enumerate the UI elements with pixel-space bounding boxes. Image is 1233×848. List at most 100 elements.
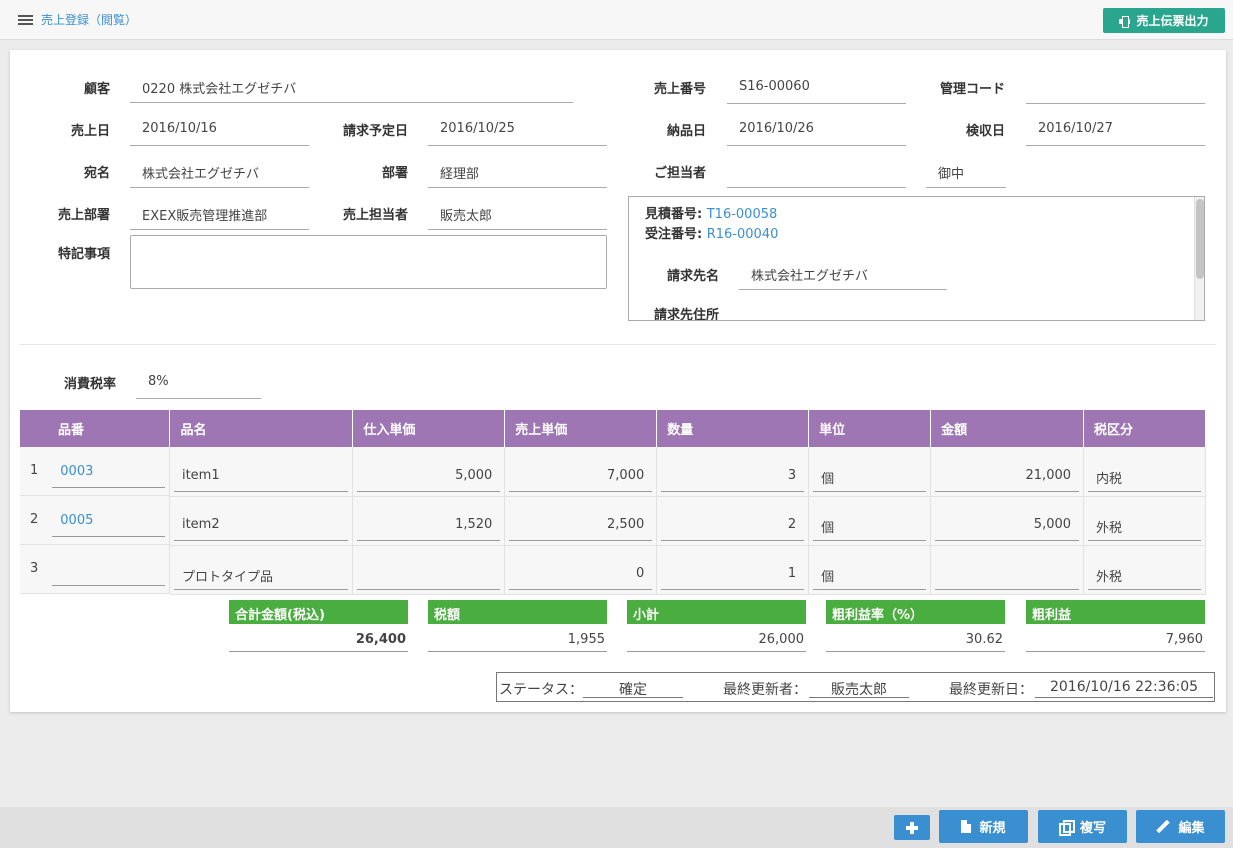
pencil-icon	[1156, 820, 1170, 834]
qty-field[interactable]: 2	[661, 509, 805, 541]
customer-label: 顧客	[83, 82, 110, 97]
customer-field[interactable]: 0220 株式会社エグゼチバ	[130, 70, 573, 103]
addressee-field[interactable]: 株式会社エグゼチバ	[130, 155, 309, 188]
tax-cell: 内税	[1083, 447, 1206, 497]
tax-amount: 税額 1,955	[428, 600, 607, 652]
updater-value: 販売太郎	[809, 679, 909, 698]
item-name-field[interactable]: item2	[173, 509, 349, 541]
info-scrollbar[interactable]	[1194, 197, 1204, 320]
quote-number-link[interactable]: T16-00058	[707, 207, 778, 222]
table-row: 1 0003 item1 5,000 7,000 3 個 21,000 内税	[20, 447, 1206, 497]
copy-button[interactable]: 複写	[1038, 810, 1127, 843]
item-name-field[interactable]: item1	[173, 460, 349, 492]
price-field[interactable]: 7,000	[509, 460, 653, 492]
unit-field[interactable]: 個	[813, 558, 927, 590]
bill-address-label: 請求先住所	[653, 308, 719, 321]
price-field[interactable]: 0	[509, 558, 653, 590]
gross-margin-rate-label: 粗利益率（%）	[826, 600, 1005, 624]
sales-rep-label: 売上担当者	[342, 208, 408, 223]
item-code-link[interactable]	[52, 554, 165, 586]
scrollbar-thumb[interactable]	[1196, 199, 1204, 279]
item-name-field[interactable]: プロトタイプ品	[173, 558, 349, 590]
tax-field[interactable]: 内税	[1088, 460, 1201, 492]
cost-cell	[352, 545, 506, 595]
plus-icon	[906, 821, 918, 834]
price-cell: 7,000	[504, 447, 658, 497]
tax-rate-field[interactable]: 8%	[136, 366, 261, 399]
row-number: 1	[30, 463, 39, 478]
sales-no-field[interactable]: S16-00060	[727, 71, 906, 104]
mgmt-code-field[interactable]	[1026, 71, 1205, 104]
tax-rate-label: 消費税率	[63, 377, 116, 392]
status-label: ステータス：	[499, 682, 583, 698]
item-name-cell: item1	[169, 447, 354, 497]
acceptance-date-field[interactable]: 2016/10/27	[1026, 113, 1205, 146]
row-number: 2	[30, 512, 39, 527]
billing-date-label: 請求予定日	[342, 124, 408, 139]
gross-margin-rate-value: 30.62	[826, 624, 1005, 652]
col-header-amount: 金額	[930, 410, 1085, 447]
dept-field[interactable]: 経理部	[428, 155, 607, 188]
row-number-cell: 3	[20, 545, 170, 594]
order-number-link[interactable]: R16-00040	[707, 227, 779, 242]
qty-field[interactable]: 1	[661, 558, 805, 590]
col-header-tax: 税区分	[1083, 410, 1206, 447]
edit-button[interactable]: 編集	[1136, 810, 1225, 843]
item-name-cell: item2	[169, 496, 354, 546]
amount-field[interactable]	[935, 558, 1080, 590]
unit-cell: 個	[808, 545, 932, 595]
cost-cell: 5,000	[352, 447, 506, 497]
amount-field[interactable]: 21,000	[935, 460, 1080, 492]
unit-field[interactable]: 個	[813, 509, 927, 541]
file-icon	[961, 820, 972, 833]
sales-dept-field[interactable]: EXEX販売管理推進部	[130, 197, 309, 230]
col-header-price: 売上単価	[504, 410, 658, 447]
top-bar: 売上登録（閲覧） 売上伝票出力	[0, 0, 1233, 40]
sales-date-field[interactable]: 2016/10/16	[130, 113, 309, 146]
section-divider	[20, 344, 1216, 345]
gross-profit-label: 粗利益	[1026, 600, 1205, 624]
updated-label: 最終更新日：	[949, 682, 1033, 698]
qty-field[interactable]: 3	[661, 460, 805, 492]
page-title[interactable]: 売上登録（閲覧）	[18, 11, 137, 28]
amount-field[interactable]: 5,000	[935, 509, 1080, 541]
col-header-code: 品番	[20, 410, 171, 447]
print-slip-button[interactable]: 売上伝票出力	[1103, 8, 1225, 33]
item-code-link[interactable]: 0005	[52, 505, 165, 537]
sales-rep-field[interactable]: 販売太郎	[428, 197, 607, 230]
contact-field[interactable]	[727, 155, 906, 188]
gross-margin-rate: 粗利益率（%） 30.62	[826, 600, 1005, 652]
billing-date-field[interactable]: 2016/10/25	[428, 113, 607, 146]
cost-field[interactable]: 1,520	[357, 509, 501, 541]
col-header-cost: 仕入単価	[352, 410, 506, 447]
delivery-date-label: 納品日	[666, 124, 706, 139]
item-code-link[interactable]: 0003	[52, 456, 165, 488]
copy-icon	[1058, 820, 1075, 836]
bill-to-field[interactable]: 株式会社エグゼチバ	[739, 257, 947, 290]
amount-cell	[930, 545, 1085, 595]
notes-label: 特記事項	[57, 247, 110, 262]
col-header-name: 品名	[169, 410, 354, 447]
quote-number-label: 見積番号:	[645, 207, 703, 222]
total-incl-tax-value: 26,400	[229, 624, 408, 652]
reference-info-box[interactable]: 見積番号: T16-00058 受注番号: R16-00040 請求先名 株式会…	[628, 196, 1205, 321]
notes-textarea[interactable]	[130, 235, 607, 289]
delivery-date-field[interactable]: 2016/10/26	[727, 113, 906, 146]
order-number-label: 受注番号:	[645, 227, 703, 242]
tax-field[interactable]: 外税	[1088, 558, 1201, 590]
honorific-field[interactable]: 御中	[926, 155, 1006, 188]
col-header-qty: 数量	[656, 410, 810, 447]
new-button[interactable]: 新規	[939, 810, 1028, 843]
page-title-text: 売上登録（閲覧）	[41, 13, 138, 27]
unit-field[interactable]: 個	[813, 460, 927, 492]
price-field[interactable]: 2,500	[509, 509, 653, 541]
status-bar: ステータス： 確定 最終更新者： 販売太郎 最終更新日： 2016/10/16 …	[496, 672, 1215, 702]
cost-field[interactable]	[357, 558, 501, 590]
tax-cell: 外税	[1083, 496, 1206, 546]
unit-cell: 個	[808, 447, 932, 497]
order-number-row: 受注番号: R16-00040	[645, 223, 778, 242]
qty-cell: 2	[656, 496, 810, 546]
add-button[interactable]	[894, 815, 930, 840]
tax-field[interactable]: 外税	[1088, 509, 1201, 541]
cost-field[interactable]: 5,000	[357, 460, 501, 492]
